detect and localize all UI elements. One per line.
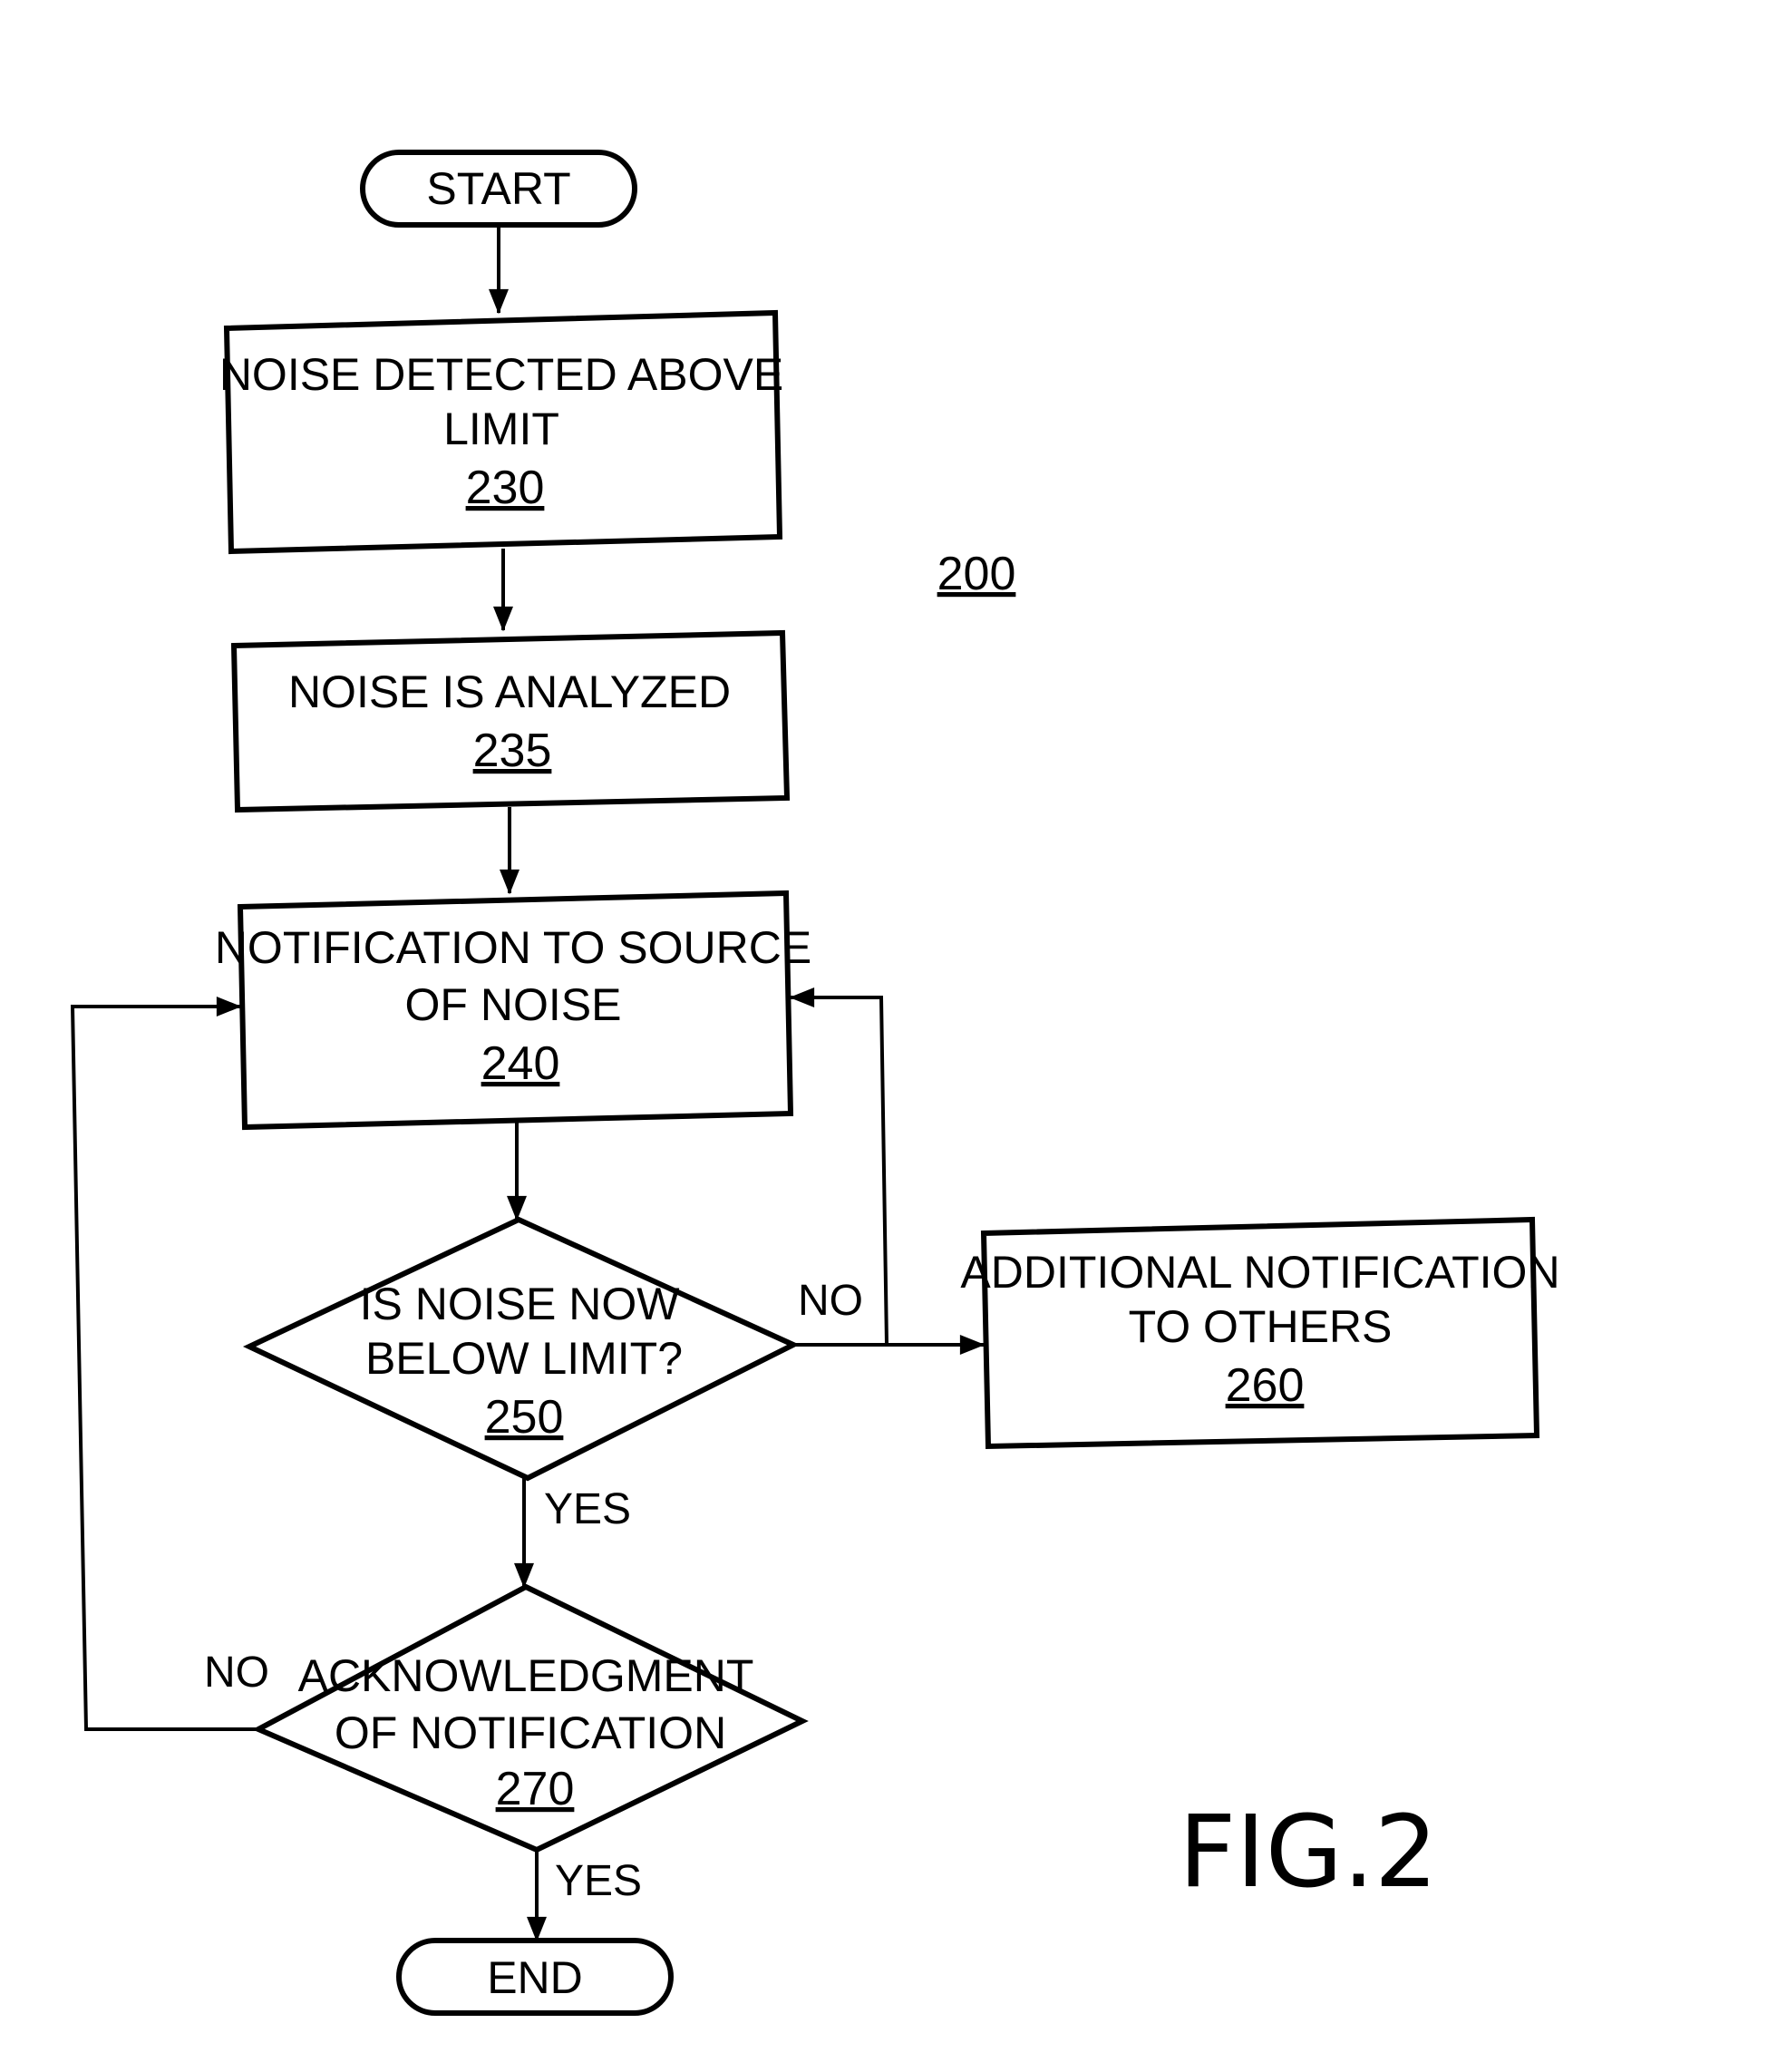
box-240-line-1: NOTIFICATION TO SOURCE bbox=[215, 922, 811, 973]
process-box-260: ADDITIONAL NOTIFICATION TO OTHERS 260 bbox=[960, 1216, 1560, 1450]
diamond-250-ref: 250 bbox=[485, 1391, 564, 1444]
diamond-250-line-2: BELOW LIMIT? bbox=[365, 1333, 683, 1384]
box-240-line-2: OF NOISE bbox=[405, 979, 622, 1030]
edge-270-loop-to-240 bbox=[70, 997, 258, 1731]
edge-label-270-no: NO bbox=[204, 1649, 269, 1697]
edge-label-250-no: NO bbox=[798, 1277, 863, 1325]
figure-reference-number: 200 bbox=[937, 548, 1016, 600]
start-label: START bbox=[426, 163, 570, 214]
box-235-line-1: NOISE IS ANALYZED bbox=[288, 666, 731, 717]
diamond-250-line-1: IS NOISE NOW bbox=[360, 1279, 681, 1329]
edge-label-270-yes: YES bbox=[555, 1857, 642, 1905]
box-260-line-1: ADDITIONAL NOTIFICATION bbox=[960, 1247, 1559, 1298]
box-240-ref: 240 bbox=[481, 1037, 560, 1090]
diamond-270-line-2: OF NOTIFICATION bbox=[335, 1707, 726, 1758]
box-235-ref: 235 bbox=[473, 725, 552, 777]
box-230-line-2: LIMIT bbox=[443, 404, 559, 454]
edge-label-250-yes: YES bbox=[544, 1485, 631, 1533]
diamond-270-line-1: ACKNOWLEDGMENT bbox=[298, 1650, 754, 1701]
figure-label: FIG.2 bbox=[1179, 1794, 1438, 1910]
box-230-ref: 230 bbox=[466, 462, 545, 514]
decision-diamond-250: IS NOISE NOW BELOW LIMIT? 250 bbox=[242, 1216, 800, 1482]
start-terminal: START bbox=[360, 150, 637, 228]
process-box-240: NOTIFICATION TO SOURCE OF NOISE 240 bbox=[215, 890, 811, 1131]
box-260-line-2: TO OTHERS bbox=[1129, 1301, 1393, 1352]
process-box-235: NOISE IS ANALYZED 235 bbox=[230, 629, 791, 813]
end-terminal: END bbox=[396, 1938, 674, 2016]
flowchart: START NOISE DETECTED ABOVE LIMIT 230 NOI… bbox=[70, 150, 1560, 2016]
diamond-270-ref: 270 bbox=[496, 1763, 575, 1815]
process-box-230: NOISE DETECTED ABOVE LIMIT 230 bbox=[219, 309, 783, 555]
end-label: END bbox=[487, 1952, 583, 2003]
box-260-ref: 260 bbox=[1226, 1359, 1305, 1412]
box-230-line-1: NOISE DETECTED ABOVE bbox=[219, 349, 783, 400]
decision-diamond-270: ACKNOWLEDGMENT OF NOTIFICATION 270 bbox=[252, 1583, 809, 1853]
